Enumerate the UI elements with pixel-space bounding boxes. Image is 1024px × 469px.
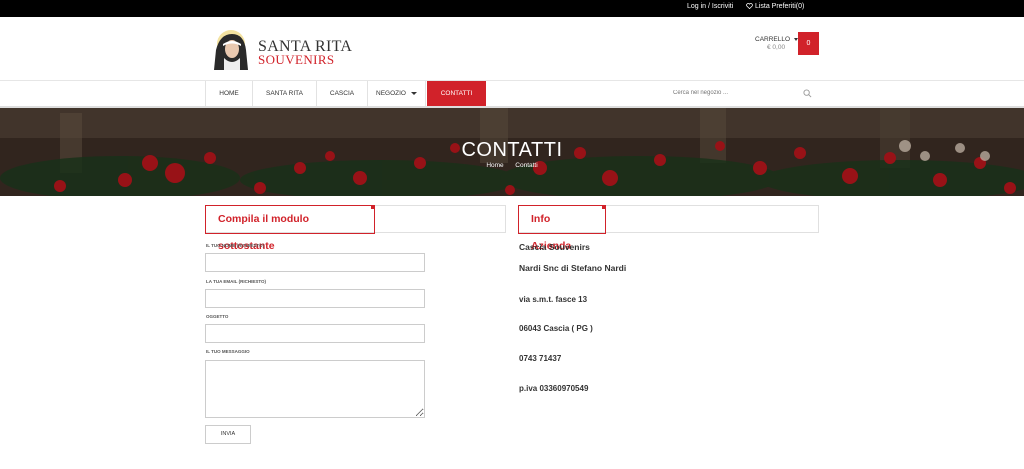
site-header: SANTA RITA SOUVENIRS CARRELLO € 0,00 0 [0,17,1024,81]
login-link[interactable]: Log in / Iscriviti [687,3,733,10]
subject-field[interactable] [205,324,425,343]
nav-item-negozio[interactable]: NEGOZIO [367,81,426,106]
message-label: IL TUO MESSAGGIO [206,349,250,354]
company-phone: 0743 71437 [519,354,562,363]
email-label: LA TUA EMAIL (RICHIESTO) [206,279,266,284]
email-field[interactable] [205,289,425,308]
submit-button[interactable]: INVIA [205,425,251,444]
cart-amount: € 0,00 [767,44,786,51]
santa-rita-logo[interactable] [206,28,254,70]
page-title: CONTATTI [461,139,563,161]
search-input[interactable] [673,86,793,100]
cart-count: 0 [806,40,811,47]
wishlist-link[interactable]: Lista Preferiti(0) [746,3,804,10]
nav-item-contatti[interactable]: CONTATTI [427,81,486,106]
company-owner: Nardi Snc di Stefano Nardi [519,263,627,273]
cart-dropdown[interactable]: CARRELLO [755,36,798,43]
breadcrumb-home[interactable]: Home [486,162,503,169]
top-bar: Log in / Iscriviti Lista Preferiti(0) [0,0,1024,17]
subject-label: OGGETTO [206,314,229,319]
company-name: Cascia Souvenirs [519,242,590,252]
form-header-box: Compila il modulo sottostante [205,205,506,252]
wishlist-label: Lista Preferiti(0) [754,3,805,10]
main-nav: HOME SANTA RITA CASCIA NEGOZIO CONTATTI [0,81,1024,108]
info-heading: Info Azienda [518,205,606,252]
company-address: via s.m.t. fasce 13 [519,295,588,304]
cart-label: CARRELLO [755,36,791,43]
company-vat: p.iva 03360970549 [519,384,589,393]
nav-item-home[interactable]: HOME [205,81,252,106]
nav-negozio-label: NEGOZIO [376,90,406,97]
name-label: IL TUO NOME (RICHIESTO) [206,243,265,248]
nav-item-cascia[interactable]: CASCIA [316,81,367,106]
company-city: 06043 Cascia ( PG ) [519,324,593,333]
caret-down-icon [410,91,417,95]
nav-item-santa-rita[interactable]: SANTA RITA [252,81,316,106]
form-heading: Compila il modulo sottostante [205,205,375,252]
breadcrumb: Home Contatti [0,162,1024,169]
breadcrumb-current: Contatti [515,162,538,169]
message-textarea[interactable] [205,360,425,418]
brand-line2: SOUVENIRS [258,52,335,67]
info-header-box: Info Azienda [518,205,819,252]
name-field[interactable] [205,253,425,272]
search-icon[interactable] [803,89,812,98]
heart-icon [746,3,753,10]
cart-button[interactable]: 0 [798,32,819,55]
